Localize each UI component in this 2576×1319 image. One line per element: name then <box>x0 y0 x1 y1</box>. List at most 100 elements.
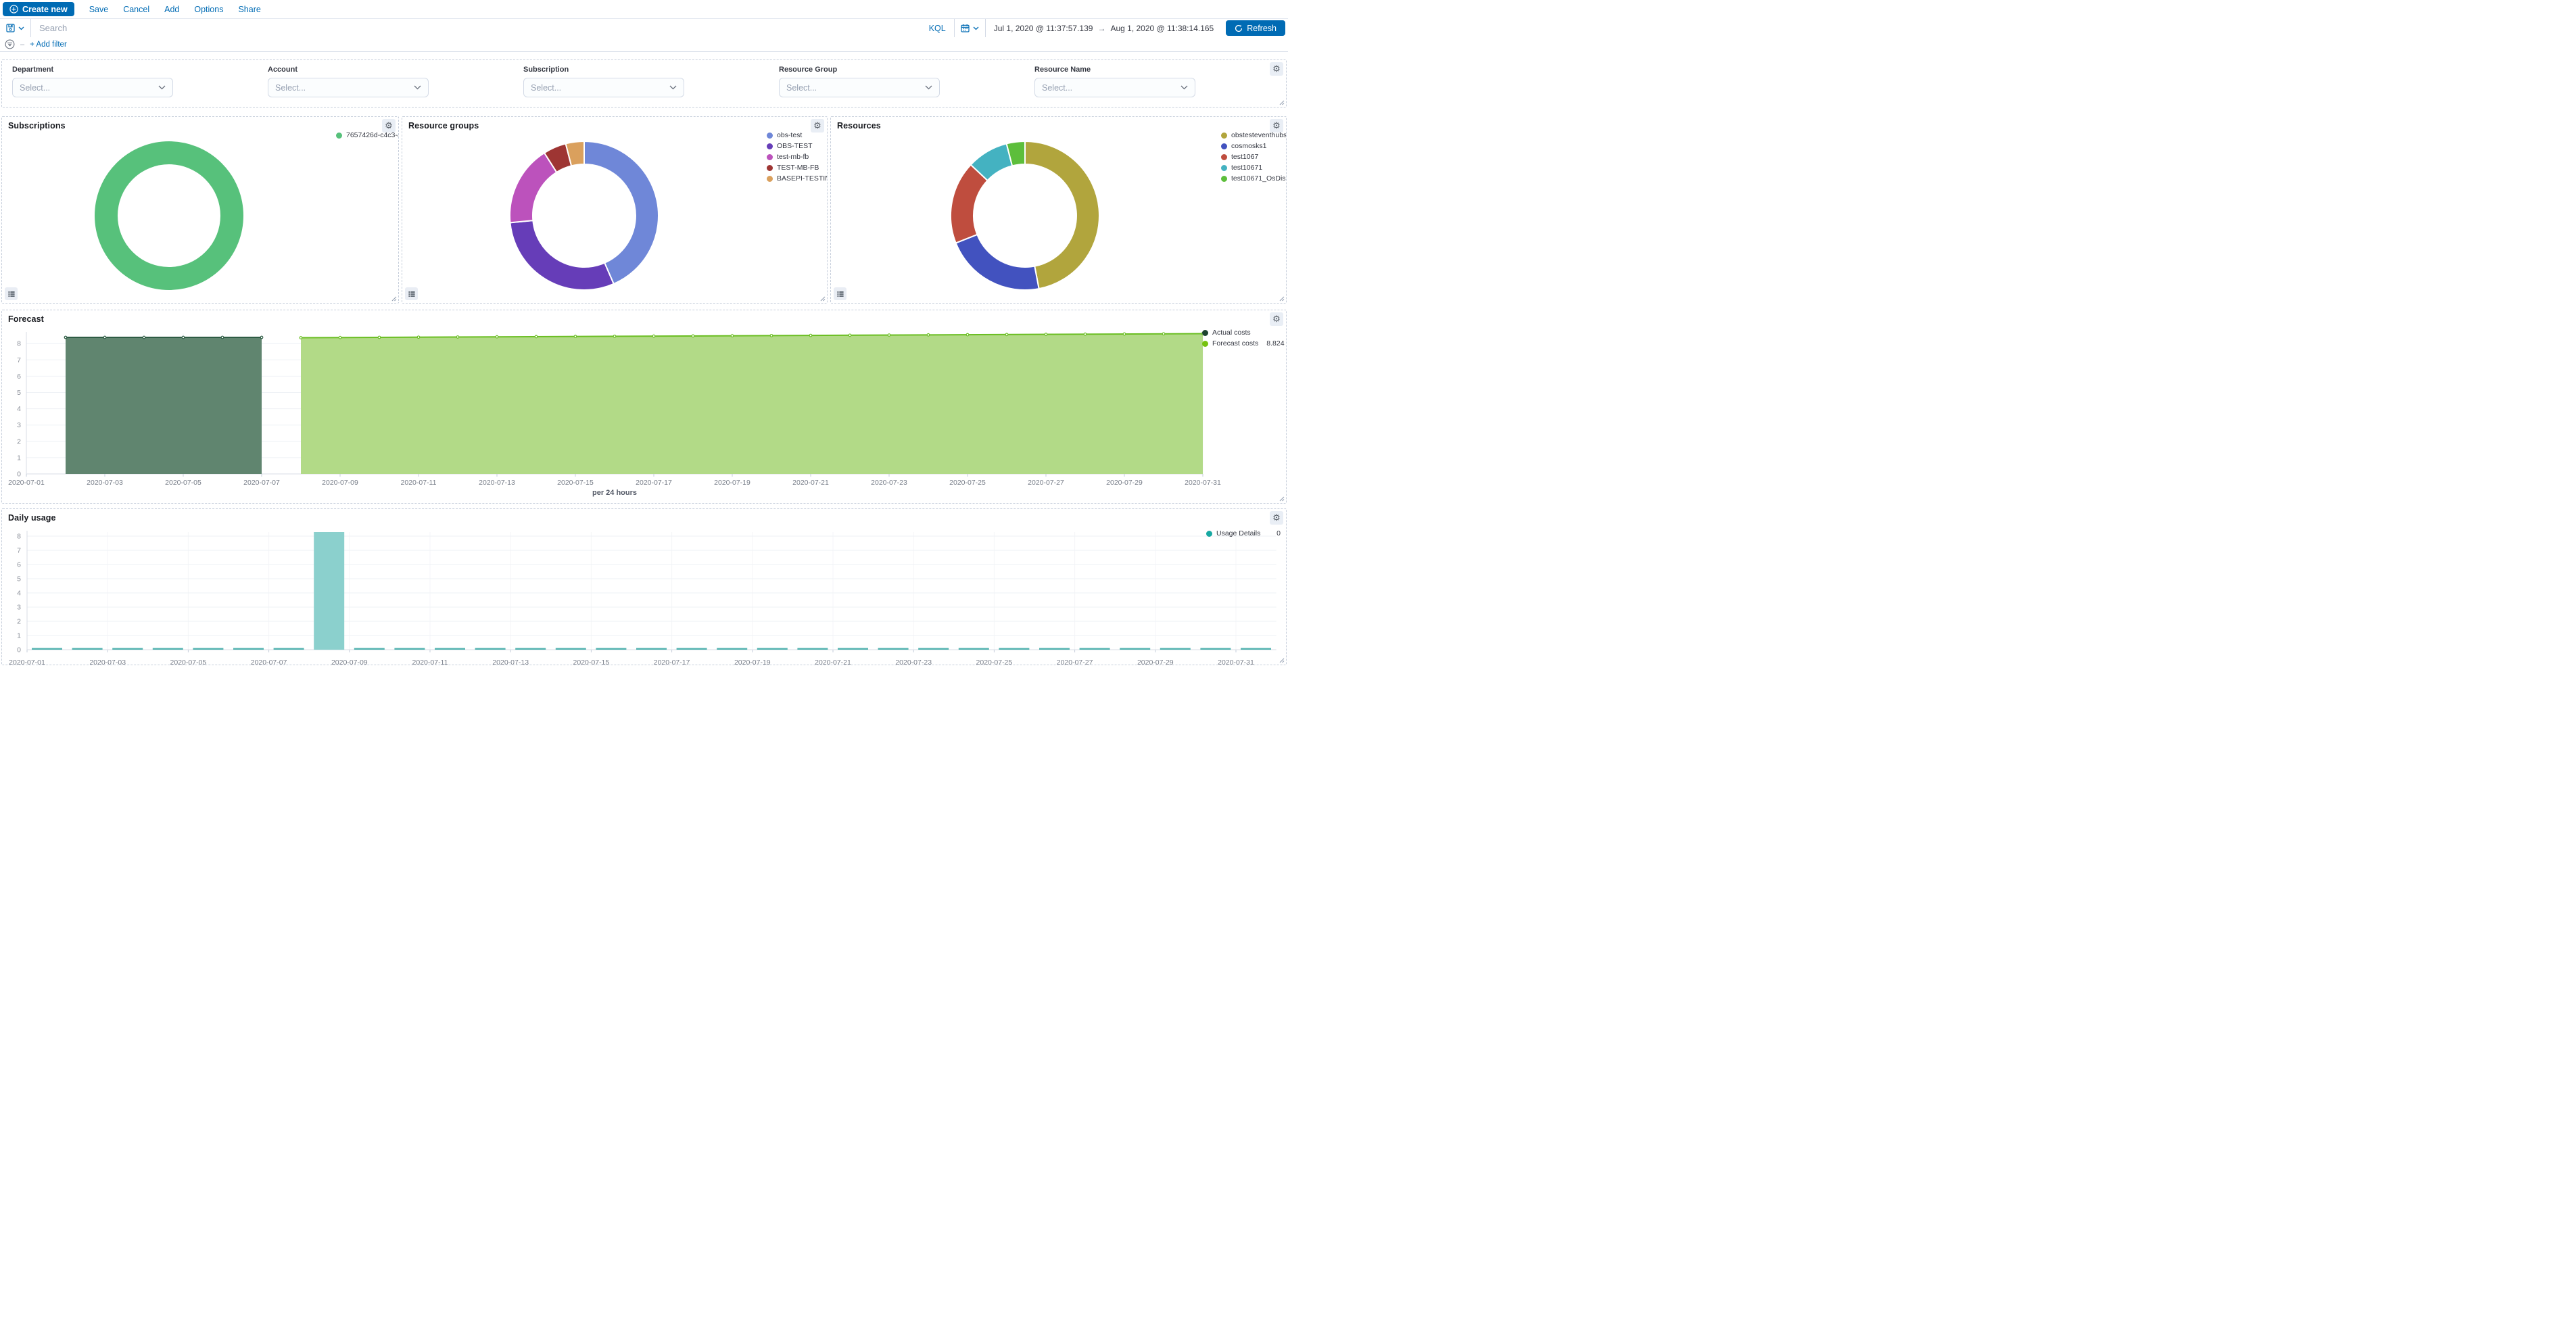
account-select[interactable]: Select... <box>268 78 429 97</box>
legend-item[interactable]: 7657426d-c4c3-44... <box>336 131 397 139</box>
legend-dot-icon <box>767 143 773 149</box>
resize-handle-icon[interactable] <box>1278 495 1285 502</box>
date-range-start[interactable]: Jul 1, 2020 @ 11:37:57.139 <box>994 24 1093 33</box>
legend-item[interactable]: BASEPI-TESTING <box>767 174 826 183</box>
subscription-select[interactable]: Select... <box>523 78 684 97</box>
legend-item[interactable]: TEST-MB-FB <box>767 164 826 172</box>
menu-item-add[interactable]: Add <box>164 5 179 14</box>
menu-item-share[interactable]: Share <box>238 5 260 14</box>
daily-usage-legend: Usage Details0 <box>1206 529 1281 540</box>
legend-item[interactable]: cosmosks1 <box>1221 142 1286 150</box>
menu-item-options[interactable]: Options <box>194 5 223 14</box>
legend-item[interactable]: obstesteventhubs <box>1221 131 1286 139</box>
menu-item-cancel[interactable]: Cancel <box>123 5 149 14</box>
kql-button[interactable]: KQL <box>921 19 954 37</box>
legend-label: Usage Details <box>1216 529 1260 537</box>
svg-text:2: 2 <box>17 437 21 446</box>
svg-text:2020-07-07: 2020-07-07 <box>243 479 280 487</box>
legend-toggle-button[interactable] <box>834 287 846 300</box>
subscriptions-panel: Subscriptions ⚙ 7657426d-c4c3-44... <box>1 116 399 304</box>
resource-groups-legend: obs-test OBS-TEST test-mb-fb TEST-MB-FB BASE… <box>767 131 826 185</box>
resize-handle-icon[interactable] <box>1278 295 1285 302</box>
select-placeholder: Select... <box>275 83 306 93</box>
legend-dot-icon <box>1202 330 1208 336</box>
resize-handle-icon[interactable] <box>390 295 397 302</box>
control-label: Resource Group <box>779 66 940 74</box>
chevron-down-icon <box>925 85 932 90</box>
svg-text:2020-07-25: 2020-07-25 <box>976 658 1013 665</box>
resource-groups-donut-chart[interactable] <box>402 117 828 303</box>
legend-label: test-mb-fb <box>777 153 809 161</box>
control-label: Subscription <box>523 66 684 74</box>
legend-toggle-button[interactable] <box>405 287 418 300</box>
svg-text:2020-07-07: 2020-07-07 <box>251 658 287 665</box>
legend-item[interactable]: OBS-TEST <box>767 142 826 150</box>
menu-item-save[interactable]: Save <box>89 5 109 14</box>
daily-usage-panel: Daily usage ⚙ 0123456782020-07-012020-07… <box>1 508 1287 665</box>
svg-text:2020-07-21: 2020-07-21 <box>792 479 829 487</box>
saved-query-button[interactable] <box>0 19 31 37</box>
svg-text:2020-07-17: 2020-07-17 <box>654 658 690 665</box>
resize-handle-icon[interactable] <box>1278 656 1285 663</box>
legend-item[interactable]: Forecast costs8.824 <box>1202 339 1281 347</box>
legend-dot-icon <box>1206 531 1212 537</box>
add-filter-link[interactable]: + Add filter <box>30 41 67 49</box>
resources-legend: obstesteventhubs cosmosks1 test1067 test106… <box>1221 131 1286 185</box>
resource-name-select[interactable]: Select... <box>1034 78 1195 97</box>
control-label: Account <box>268 66 429 74</box>
chevron-down-icon <box>973 26 979 30</box>
list-icon <box>408 290 416 298</box>
resize-handle-icon[interactable] <box>1278 99 1285 105</box>
control-field-subscription: Subscription Select... <box>523 66 684 97</box>
resources-donut-chart[interactable] <box>831 117 1287 303</box>
legend-dot-icon <box>1221 143 1227 149</box>
svg-text:5: 5 <box>17 575 21 583</box>
svg-text:2020-07-25: 2020-07-25 <box>949 479 986 487</box>
legend-dot-icon <box>767 133 773 139</box>
svg-text:2020-07-21: 2020-07-21 <box>815 658 851 665</box>
legend-dot-icon <box>1221 165 1227 171</box>
top-toolbar: Create new Save Cancel Add Options Share <box>0 0 1288 18</box>
resource-group-select[interactable]: Select... <box>779 78 940 97</box>
legend-item[interactable]: test-mb-fb <box>767 153 826 161</box>
panel-gear-button[interactable]: ⚙ <box>1270 312 1283 326</box>
resize-handle-icon[interactable] <box>819 295 826 302</box>
svg-text:2020-07-05: 2020-07-05 <box>170 658 207 665</box>
filter-icon[interactable] <box>5 39 15 49</box>
legend-item[interactable]: test1067 <box>1221 153 1286 161</box>
legend-label: TEST-MB-FB <box>777 164 819 172</box>
create-new-button[interactable]: Create new <box>3 2 74 16</box>
svg-text:7: 7 <box>17 356 21 364</box>
svg-text:6: 6 <box>17 373 21 381</box>
date-range-picker[interactable]: Jul 1, 2020 @ 11:37:57.139 → Aug 1, 2020… <box>986 19 1222 37</box>
daily-usage-bar-chart[interactable]: 0123456782020-07-012020-07-032020-07-052… <box>2 525 1287 665</box>
svg-text:1: 1 <box>17 454 21 462</box>
legend-label: 7657426d-c4c3-44... <box>346 131 399 139</box>
svg-text:2020-07-09: 2020-07-09 <box>322 479 358 487</box>
list-icon <box>836 290 844 298</box>
filter-pin-dash: – <box>20 41 24 49</box>
subscriptions-donut-chart[interactable] <box>2 117 399 303</box>
department-select[interactable]: Select... <box>12 78 173 97</box>
svg-text:2: 2 <box>17 618 21 626</box>
x-axis-title: per 24 hours <box>26 489 1203 497</box>
legend-label: Actual costs <box>1212 329 1251 337</box>
legend-item[interactable]: test10671_OsDisk_1_... <box>1221 174 1286 183</box>
legend-item[interactable]: Usage Details0 <box>1206 529 1281 537</box>
legend-item[interactable]: test10671 <box>1221 164 1286 172</box>
panel-gear-button[interactable]: ⚙ <box>1270 62 1283 76</box>
legend-item[interactable]: Actual costs <box>1202 329 1281 337</box>
refresh-label: Refresh <box>1247 24 1277 33</box>
panel-gear-button[interactable]: ⚙ <box>1270 511 1283 525</box>
search-bar: KQL Jul 1, 2020 @ 11:37:57.139 → Aug 1, … <box>0 18 1288 38</box>
svg-text:2020-07-13: 2020-07-13 <box>479 479 515 487</box>
datepicker-quick-select-button[interactable] <box>955 19 985 37</box>
legend-item[interactable]: obs-test <box>767 131 826 139</box>
legend-label: test1067 <box>1231 153 1258 161</box>
search-input[interactable] <box>31 19 921 37</box>
svg-text:2020-07-17: 2020-07-17 <box>636 479 672 487</box>
date-range-end[interactable]: Aug 1, 2020 @ 11:38:14.165 <box>1110 24 1214 33</box>
refresh-button[interactable]: Refresh <box>1226 20 1285 36</box>
legend-toggle-button[interactable] <box>5 287 18 300</box>
forecast-area-chart[interactable]: 0123456782020-07-012020-07-032020-07-052… <box>2 327 1287 497</box>
